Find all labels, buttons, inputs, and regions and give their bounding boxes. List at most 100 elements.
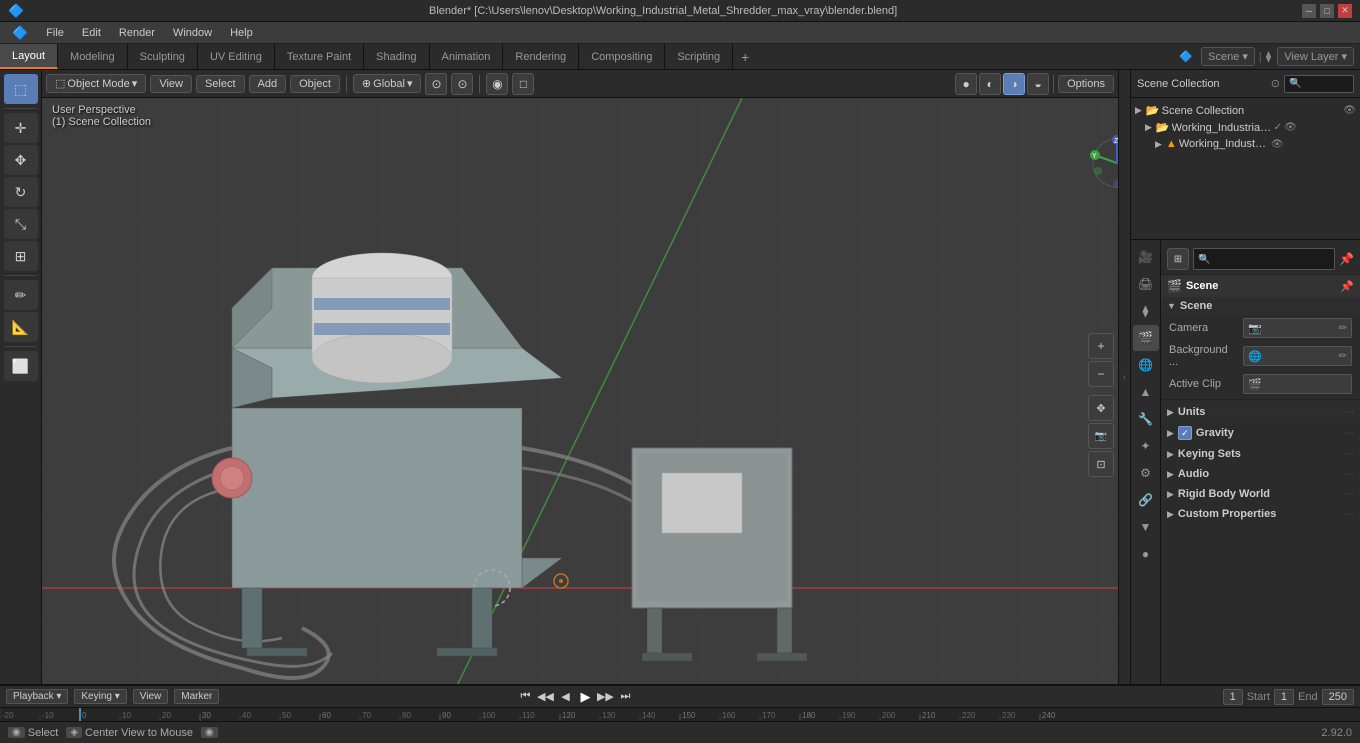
prop-constraints-tab[interactable]: 🔗: [1133, 487, 1159, 513]
shading-material-button[interactable]: ◐: [979, 73, 1001, 95]
outliner-filter-button[interactable]: ⊙: [1271, 77, 1280, 90]
close-button[interactable]: ✕: [1338, 4, 1352, 18]
prop-output-tab[interactable]: 🖨: [1133, 271, 1159, 297]
prop-scene-tab[interactable]: 🎬: [1133, 325, 1159, 351]
shading-rendered-button[interactable]: ◑: [1003, 73, 1025, 95]
collection-item-2[interactable]: ▶ ▲ Working_Industrial_M... 👁: [1131, 136, 1360, 152]
tab-texture-paint[interactable]: Texture Paint: [275, 44, 364, 69]
prop-view-tab[interactable]: ⧫: [1133, 298, 1159, 324]
playback-menu[interactable]: Playback ▾: [6, 689, 68, 704]
frame-ruler[interactable]: -20 -10 0 10 20 30 40 50 60 70: [0, 707, 1360, 721]
zoom-out-button[interactable]: −: [1088, 361, 1114, 387]
viewport[interactable]: ⬚ Object Mode ▾ View Select Add Object ⊕…: [42, 70, 1118, 684]
scale-tool-button[interactable]: ⤡: [4, 209, 38, 239]
scene-collection-row[interactable]: ▶ 📂 Scene Collection 👁: [1131, 102, 1360, 119]
next-frame-button[interactable]: ▶▶: [596, 688, 614, 706]
zoom-in-button[interactable]: +: [1088, 333, 1114, 359]
current-frame-input[interactable]: 1: [1223, 689, 1243, 705]
active-clip-selector[interactable]: 🎬: [1243, 374, 1352, 394]
camera-view-button[interactable]: 📷: [1088, 423, 1114, 449]
menu-edit[interactable]: Edit: [74, 25, 109, 41]
view-menu[interactable]: View: [150, 75, 192, 93]
prop-particles-tab[interactable]: ✦: [1133, 433, 1159, 459]
end-frame-input[interactable]: 250: [1322, 689, 1354, 705]
tab-sculpting[interactable]: Sculpting: [128, 44, 198, 69]
tab-scripting[interactable]: Scripting: [665, 44, 733, 69]
play-button[interactable]: ▶: [576, 688, 594, 706]
view-menu-tl[interactable]: View: [133, 689, 169, 704]
measure-tool-button[interactable]: 📐: [4, 312, 38, 342]
rotate-tool-button[interactable]: ↻: [4, 177, 38, 207]
prop-menu-button[interactable]: ⊞: [1167, 248, 1189, 270]
select-tool-button[interactable]: ⬚: [4, 74, 38, 104]
transform-tool-button[interactable]: ⊞: [4, 241, 38, 271]
object-menu[interactable]: Object: [290, 75, 340, 93]
prop-world-tab[interactable]: 🌐: [1133, 352, 1159, 378]
shading-eevee-button[interactable]: ◒: [1027, 73, 1049, 95]
gravity-checkbox[interactable]: ✓: [1178, 426, 1192, 440]
add-workspace-button[interactable]: +: [733, 45, 757, 69]
options-button[interactable]: Options: [1058, 75, 1114, 93]
tab-uv-editing[interactable]: UV Editing: [198, 44, 275, 69]
tab-modeling[interactable]: Modeling: [58, 44, 128, 69]
tab-animation[interactable]: Animation: [430, 44, 504, 69]
audio-section-header[interactable]: ▶ Audio ⋯: [1161, 464, 1360, 484]
maximize-button[interactable]: □: [1320, 4, 1334, 18]
tab-layout[interactable]: Layout: [0, 44, 58, 69]
render-visibility-button[interactable]: ◉: [486, 73, 508, 95]
prop-modifier-tab[interactable]: 🔧: [1133, 406, 1159, 432]
minimize-button[interactable]: ─: [1302, 4, 1316, 18]
camera-selector[interactable]: 📷 ✏: [1243, 318, 1352, 338]
rigid-body-section-header[interactable]: ▶ Rigid Body World ⋯: [1161, 484, 1360, 504]
annotate-tool-button[interactable]: ✏: [4, 280, 38, 310]
collection-item-1[interactable]: ▶ 📂 Working_Industrial_Meta ✓ 👁: [1131, 119, 1360, 136]
prop-pin-button[interactable]: 📌: [1339, 252, 1354, 266]
add-menu[interactable]: Add: [249, 75, 287, 93]
custom-props-section-header[interactable]: ▶ Custom Properties ⋯: [1161, 504, 1360, 524]
shading-solid-button[interactable]: ●: [955, 73, 977, 95]
menu-render[interactable]: Render: [111, 25, 163, 41]
view-layer-selector[interactable]: View Layer ▾: [1277, 47, 1354, 66]
viewport-canvas[interactable]: X Y Z User Perspective: [42, 98, 1118, 684]
vp-shading-options: ● ◐ ◑ ◒ Options: [955, 73, 1114, 95]
units-section-header[interactable]: ▶ Units ⋯: [1161, 402, 1360, 422]
prop-render-tab[interactable]: 🎥: [1133, 244, 1159, 270]
mode-selector[interactable]: ⬚ Object Mode ▾: [46, 74, 146, 93]
proportional-edit-button[interactable]: ⊙: [451, 73, 473, 95]
prop-search-input[interactable]: [1193, 248, 1335, 270]
jump-start-button[interactable]: ⏮: [516, 688, 534, 706]
jump-end-button[interactable]: ⏭: [616, 688, 634, 706]
scene-subsection-header[interactable]: ▼ Scene: [1161, 297, 1360, 315]
keying-sets-section-header[interactable]: ▶ Keying Sets ⋯: [1161, 444, 1360, 464]
local-view-button[interactable]: ⊡: [1088, 451, 1114, 477]
prop-physics-tab[interactable]: ⚙: [1133, 460, 1159, 486]
select-menu[interactable]: Select: [196, 75, 245, 93]
outliner-search-input[interactable]: [1284, 75, 1354, 93]
menu-blender[interactable]: 🔷: [4, 23, 36, 43]
gravity-section-header[interactable]: ▶ ✓ Gravity ⋯: [1161, 422, 1360, 444]
snap-button[interactable]: ⊙: [425, 73, 447, 95]
prop-data-tab[interactable]: ▼: [1133, 514, 1159, 540]
add-primitive-button[interactable]: ⬜: [4, 351, 38, 381]
menu-file[interactable]: File: [38, 25, 72, 41]
menu-help[interactable]: Help: [222, 25, 261, 41]
transform-orientation[interactable]: ⊕ Global ▾: [353, 74, 422, 93]
tab-compositing[interactable]: Compositing: [579, 44, 665, 69]
tab-shading[interactable]: Shading: [364, 44, 429, 69]
collapse-handle[interactable]: ‹: [1118, 70, 1130, 684]
marker-menu[interactable]: Marker: [174, 689, 219, 704]
move-tool-button[interactable]: ✥: [4, 145, 38, 175]
background-selector[interactable]: 🌐 ✏: [1243, 346, 1352, 366]
scene-selector[interactable]: Scene ▾: [1201, 47, 1255, 66]
cursor-tool-button[interactable]: ✛: [4, 113, 38, 143]
keying-menu[interactable]: Keying ▾: [74, 689, 126, 704]
tab-rendering[interactable]: Rendering: [503, 44, 579, 69]
viewport-shading-wire[interactable]: □: [512, 73, 534, 95]
menu-window[interactable]: Window: [165, 25, 220, 41]
start-frame-input[interactable]: 1: [1274, 689, 1294, 705]
pan-button[interactable]: ✥: [1088, 395, 1114, 421]
prev-frame-button[interactable]: ◀: [556, 688, 574, 706]
step-back-button[interactable]: ◀◀: [536, 688, 554, 706]
prop-material-tab[interactable]: ●: [1133, 541, 1159, 567]
prop-object-tab[interactable]: ▲: [1133, 379, 1159, 405]
